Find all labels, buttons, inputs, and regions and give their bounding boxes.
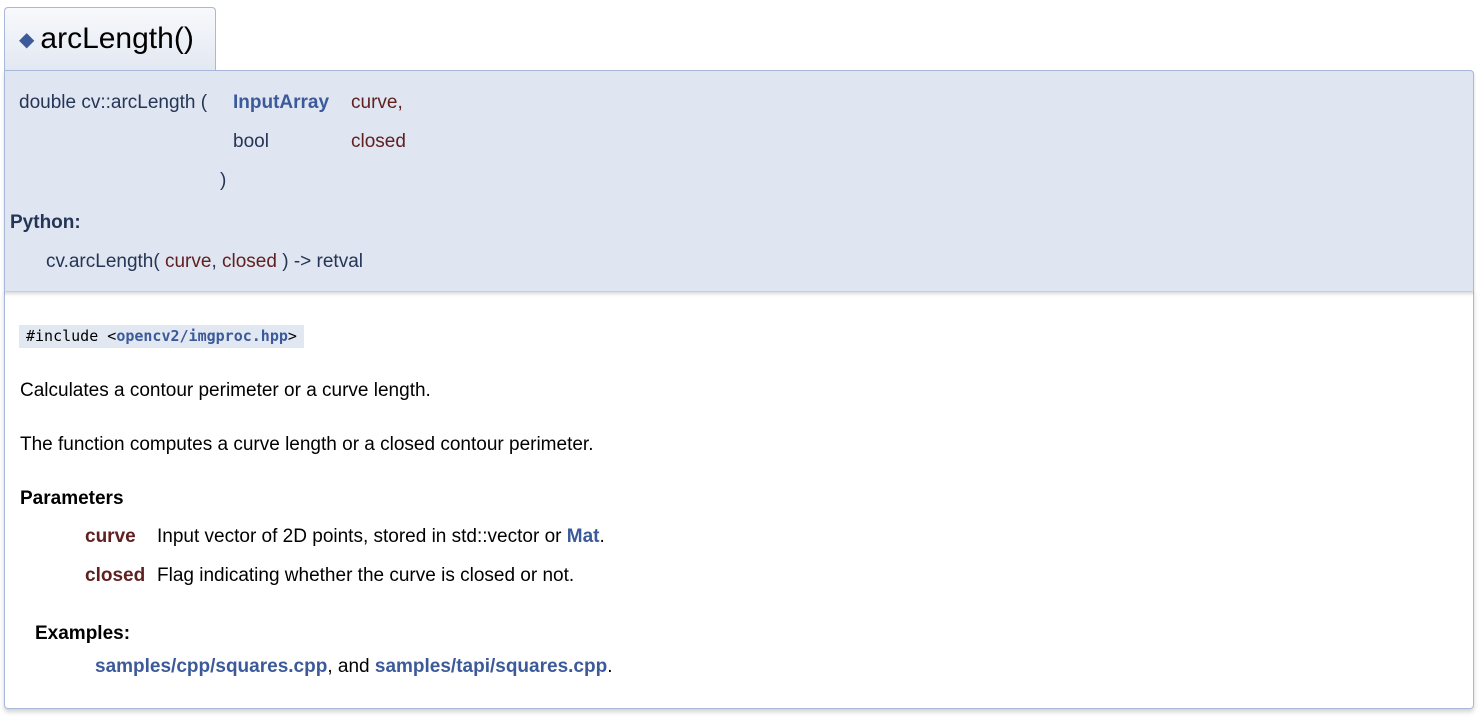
mat-link[interactable]: Mat (567, 526, 600, 547)
page-title: arcLength() (40, 22, 194, 55)
param-name-closed: closed (351, 131, 406, 152)
param-type-inputarray-link[interactable]: InputArray (233, 92, 329, 114)
param-doc-desc-closed: Flag indicating whether the curve is clo… (157, 565, 575, 586)
param-type-bool: bool (233, 131, 269, 152)
examples-heading: Examples: (35, 623, 131, 644)
function-prototype: double cv::arcLength ( InputArray curve,… (4, 70, 1474, 292)
parameters-heading: Parameters (20, 488, 124, 509)
param-doc-name-closed: closed (85, 565, 146, 586)
return-type-and-name: double cv::arcLength ( (19, 92, 208, 113)
param-name-curve: curve, (351, 92, 403, 113)
example-link-tapi-squares[interactable]: samples/tapi/squares.cpp (375, 656, 607, 677)
function-documentation (4, 291, 1474, 709)
member-title-tab: ◆ arcLength() (4, 7, 216, 70)
python-signature: cv.arcLength( curve, closed ) -> retval (46, 251, 363, 272)
examples-list: samples/cpp/squares.cpp, and samples/tap… (95, 656, 613, 677)
include-directive: #include <opencv2/imgproc.hpp> (19, 325, 304, 348)
diamond-icon: ◆ (19, 29, 35, 51)
param-doc-desc-curve: Input vector of 2D points, stored in std… (157, 526, 605, 547)
param-doc-name-curve: curve (85, 526, 136, 547)
close-paren: ) (220, 170, 227, 191)
member-title: ◆ arcLength() (19, 22, 194, 56)
example-link-cpp-squares[interactable]: samples/cpp/squares.cpp (95, 656, 327, 677)
python-label: Python: (10, 212, 81, 233)
brief-description: Calculates a contour perimeter or a curv… (20, 380, 431, 401)
include-file-link[interactable]: opencv2/imgproc.hpp (116, 327, 288, 345)
detailed-description: The function computes a curve length or … (20, 434, 594, 455)
